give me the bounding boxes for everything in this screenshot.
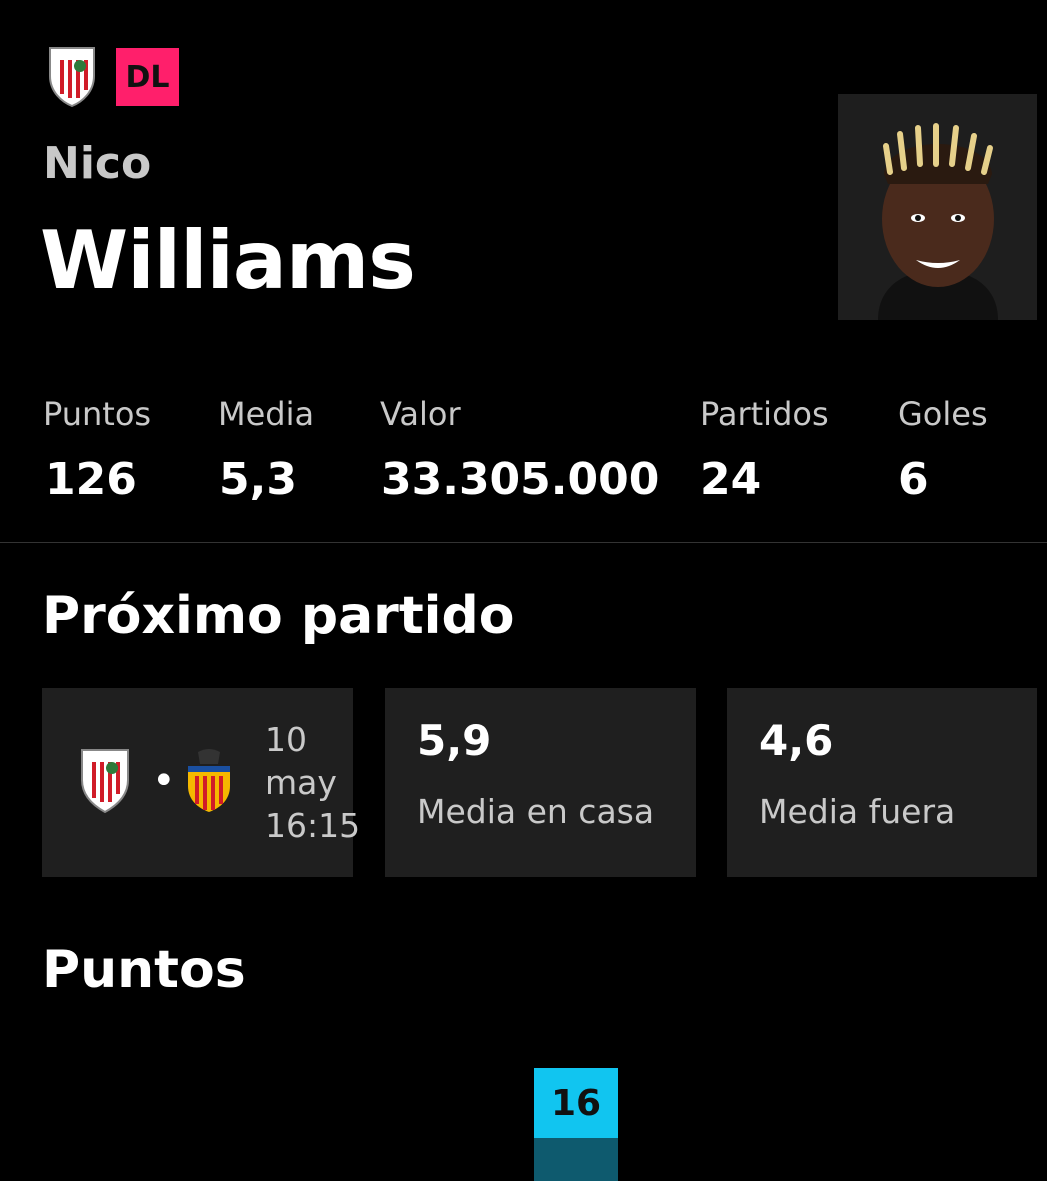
athletic-club-crest-icon [46,46,98,108]
stat-value-puntos: 126 [45,454,137,505]
divider [0,542,1047,543]
points-section-title: Puntos [42,940,246,1000]
match-day: 10 [265,720,307,759]
stat-label-partidos: Partidos [700,395,829,433]
next-match-card[interactable]: • 10 may 16:15 [42,688,360,877]
stat-label-goles: Goles [898,395,988,433]
player-last-name: Williams [40,214,416,307]
match-separator: • [152,758,176,804]
stat-label-valor: Valor [380,395,461,433]
player-first-name: Nico [43,138,152,189]
stat-label-media: Media [218,395,315,433]
stat-value-media: 5,3 [219,454,297,505]
athletic-club-crest-icon [78,748,132,814]
stat-value-valor: 33.305.000 [381,454,660,505]
points-bar-label[interactable]: 16 [534,1068,618,1138]
next-match-title: Próximo partido [42,586,515,646]
match-datetime: 10 may 16:15 [265,718,360,847]
match-month: may [265,763,337,802]
away-average-card: 4,6 Media fuera [727,688,1037,877]
away-average-label: Media fuera [759,792,956,831]
home-average-card: 5,9 Media en casa [385,688,696,877]
away-average-value: 4,6 [759,716,834,765]
match-time: 16:15 [265,806,361,845]
stat-value-partidos: 24 [700,454,762,505]
stat-label-puntos: Puntos [43,395,152,433]
stat-value-goles: 6 [898,454,929,505]
position-badge: DL [116,48,179,106]
points-bar[interactable] [534,1138,618,1181]
valencia-cf-crest-icon [184,748,234,814]
home-average-value: 5,9 [417,716,492,765]
player-photo [838,94,1037,320]
home-average-label: Media en casa [417,792,655,831]
